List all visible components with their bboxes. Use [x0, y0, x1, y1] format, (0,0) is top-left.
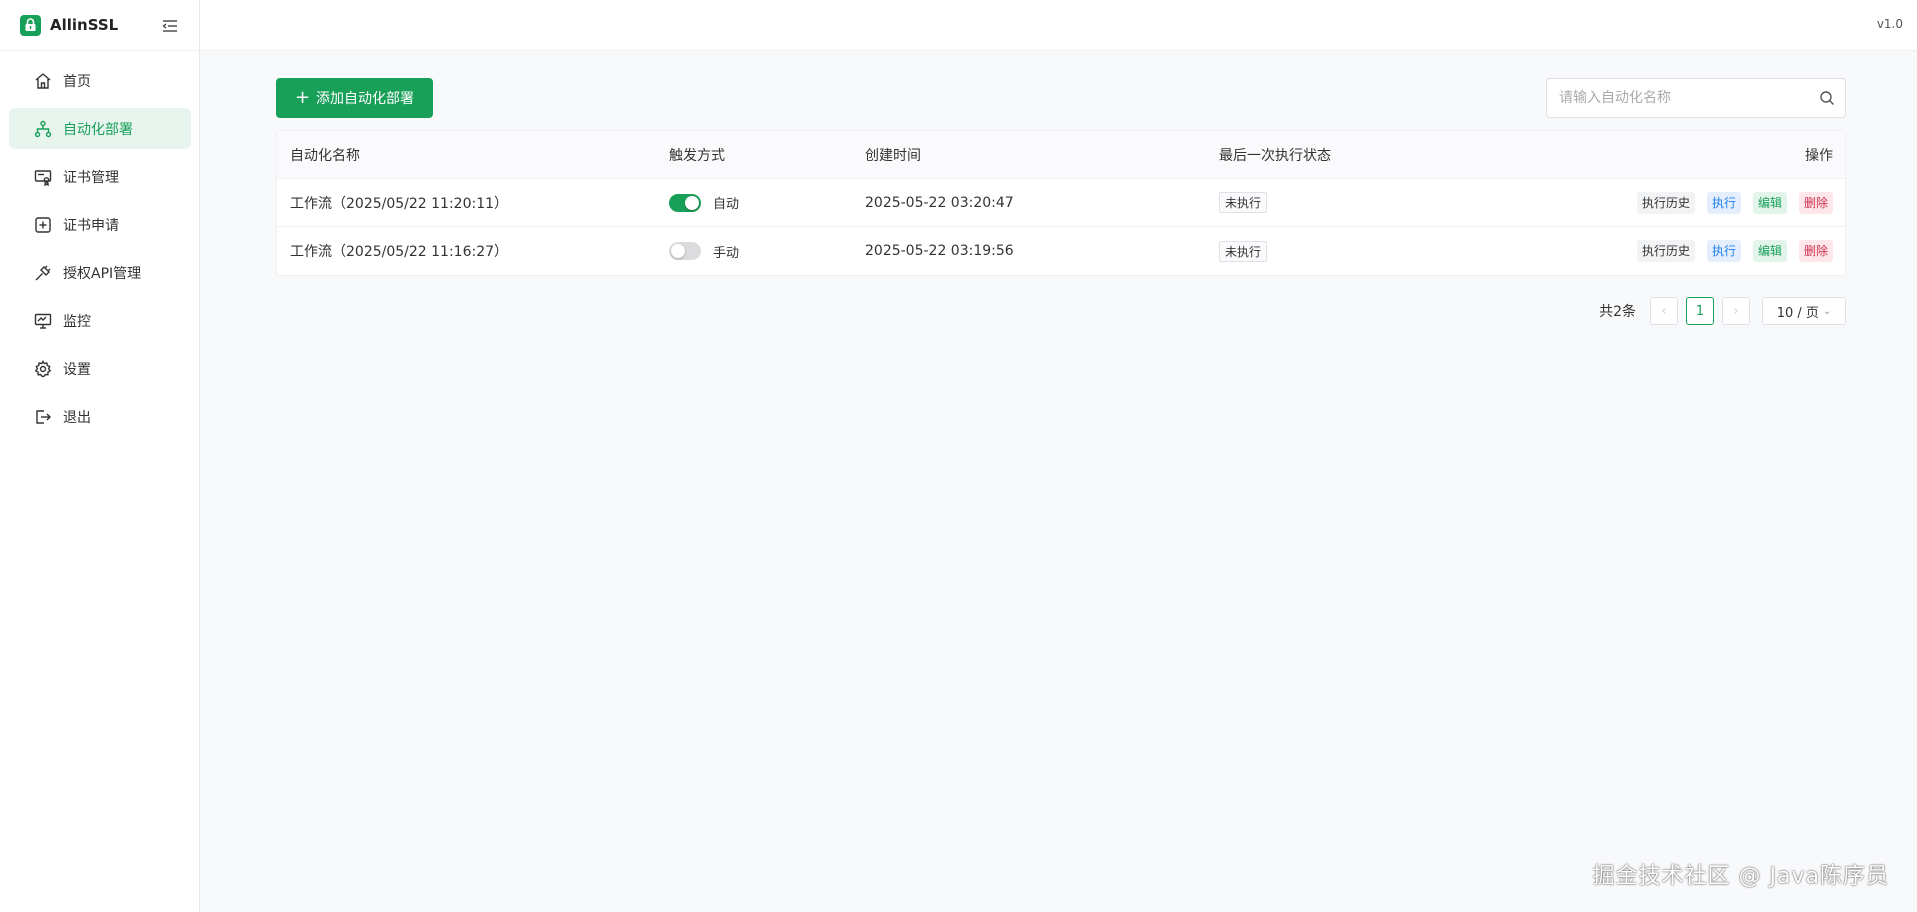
- edit-button[interactable]: 编辑: [1752, 191, 1787, 214]
- app-name: AllinSSL: [50, 16, 119, 34]
- plus-icon: +: [294, 87, 311, 108]
- trigger-toggle[interactable]: [669, 242, 701, 260]
- pagination: 共2条 ‹ 1 › 10 / 页 ⌄: [1599, 297, 1846, 325]
- plus-square-icon: [33, 215, 53, 235]
- delete-button[interactable]: 删除: [1798, 240, 1833, 262]
- sidebar-item-monitor[interactable]: 监控: [9, 300, 191, 341]
- table-row: 工作流（2025/05/22 11:16:27） 手动 2025-05-22 0…: [277, 227, 1845, 275]
- version-label: v1.0: [1876, 17, 1903, 31]
- sidebar-item-api[interactable]: 授权API管理: [9, 252, 191, 293]
- api-plug-icon: [33, 263, 53, 283]
- trigger-label: 自动: [713, 197, 740, 212]
- col-header-actions: 操作: [1805, 147, 1833, 164]
- col-header-trigger: 触发方式: [669, 147, 725, 164]
- sidebar-item-label: 证书申请: [63, 217, 119, 234]
- page-size-select[interactable]: 10 / 页 ⌄: [1762, 297, 1846, 325]
- brand: AllinSSL: [0, 0, 199, 51]
- monitor-icon: [33, 311, 53, 331]
- top-header: v1.0: [200, 0, 1917, 51]
- sidebar-item-label: 授权API管理: [63, 265, 142, 282]
- chevron-down-icon: ⌄: [1822, 305, 1832, 317]
- table-row: 工作流（2025/05/22 11:20:11） 自动 2025-05-22 0…: [277, 179, 1845, 227]
- sidebar-item-logout[interactable]: 退出: [9, 396, 191, 437]
- sidebar-item-label: 首页: [63, 73, 91, 90]
- gear-icon: [33, 359, 53, 379]
- workflow-name: 工作流（2025/05/22 11:16:27）: [290, 244, 509, 260]
- col-header-status: 最后一次执行状态: [1219, 147, 1331, 164]
- automation-table: 自动化名称 触发方式 创建时间 最后一次执行状态 操作 工作流（2025/05/…: [276, 130, 1846, 276]
- history-button[interactable]: 执行历史: [1636, 240, 1695, 262]
- prev-page-button[interactable]: ‹: [1650, 297, 1678, 325]
- status-cell: 未执行: [1219, 192, 1519, 213]
- page-1-button[interactable]: 1: [1686, 297, 1714, 325]
- toggle-knob: [685, 195, 699, 210]
- history-button[interactable]: 执行历史: [1636, 191, 1695, 214]
- next-page-button[interactable]: ›: [1722, 297, 1750, 325]
- page-size-value: 10 / 页: [1776, 305, 1819, 321]
- trigger-toggle[interactable]: [669, 193, 701, 212]
- sidebar: AllinSSL 首页 自动化部署 证书管理 证书申请 授权API管理 监控 设…: [0, 0, 200, 912]
- search-icon[interactable]: [1809, 90, 1845, 106]
- sidebar-item-label: 自动化部署: [63, 121, 133, 138]
- sidebar-item-home[interactable]: 首页: [9, 60, 191, 101]
- trigger-cell: 自动: [669, 193, 865, 212]
- status-badge: 未执行: [1219, 192, 1268, 213]
- add-automation-button[interactable]: + 添加自动化部署: [276, 78, 433, 118]
- logout-icon: [33, 407, 53, 427]
- sidebar-item-label: 证书管理: [63, 169, 119, 186]
- col-header-created: 创建时间: [865, 147, 921, 164]
- status-cell: 未执行: [1219, 240, 1519, 262]
- created-time: 2025-05-22 03:20:47: [865, 194, 1014, 211]
- sidebar-item-certificates[interactable]: 证书管理: [9, 156, 191, 197]
- actions-cell: 执行历史 执行 编辑 删除: [1519, 191, 1845, 214]
- sidebar-item-cert-apply[interactable]: 证书申请: [9, 204, 191, 245]
- toggle-knob: [671, 244, 685, 258]
- created-time: 2025-05-22 03:19:56: [865, 243, 1014, 259]
- sidebar-item-label: 监控: [63, 313, 91, 330]
- table-header-row: 自动化名称 触发方式 创建时间 最后一次执行状态 操作: [277, 131, 1845, 179]
- add-automation-label: 添加自动化部署: [316, 91, 415, 107]
- delete-button[interactable]: 删除: [1798, 191, 1833, 214]
- lock-logo-icon: [20, 14, 41, 36]
- sidebar-item-label: 退出: [63, 409, 91, 426]
- search-box: [1546, 78, 1846, 118]
- watermark: 掘金技术社区 @ Java陈序员: [1592, 864, 1889, 889]
- sidebar-item-settings[interactable]: 设置: [9, 348, 191, 389]
- workflow-icon: [33, 119, 53, 139]
- sidebar-item-label: 设置: [63, 361, 91, 378]
- workflow-name: 工作流（2025/05/22 11:20:11）: [290, 195, 509, 212]
- edit-button[interactable]: 编辑: [1752, 240, 1787, 262]
- trigger-cell: 手动: [669, 242, 865, 261]
- search-input[interactable]: [1547, 79, 1809, 117]
- home-icon: [33, 71, 53, 91]
- run-button[interactable]: 执行: [1706, 191, 1741, 214]
- sidebar-item-automation[interactable]: 自动化部署: [9, 108, 191, 149]
- side-menu: 首页 自动化部署 证书管理 证书申请 授权API管理 监控 设置 退出: [0, 51, 199, 437]
- trigger-label: 手动: [713, 245, 740, 261]
- actions-cell: 执行历史 执行 编辑 删除: [1519, 240, 1845, 262]
- run-button[interactable]: 执行: [1706, 240, 1741, 262]
- certificate-icon: [33, 167, 53, 187]
- collapse-menu-icon[interactable]: [161, 17, 179, 35]
- col-header-name: 自动化名称: [290, 147, 360, 164]
- total-count: 共2条: [1599, 304, 1636, 320]
- status-badge: 未执行: [1219, 240, 1268, 262]
